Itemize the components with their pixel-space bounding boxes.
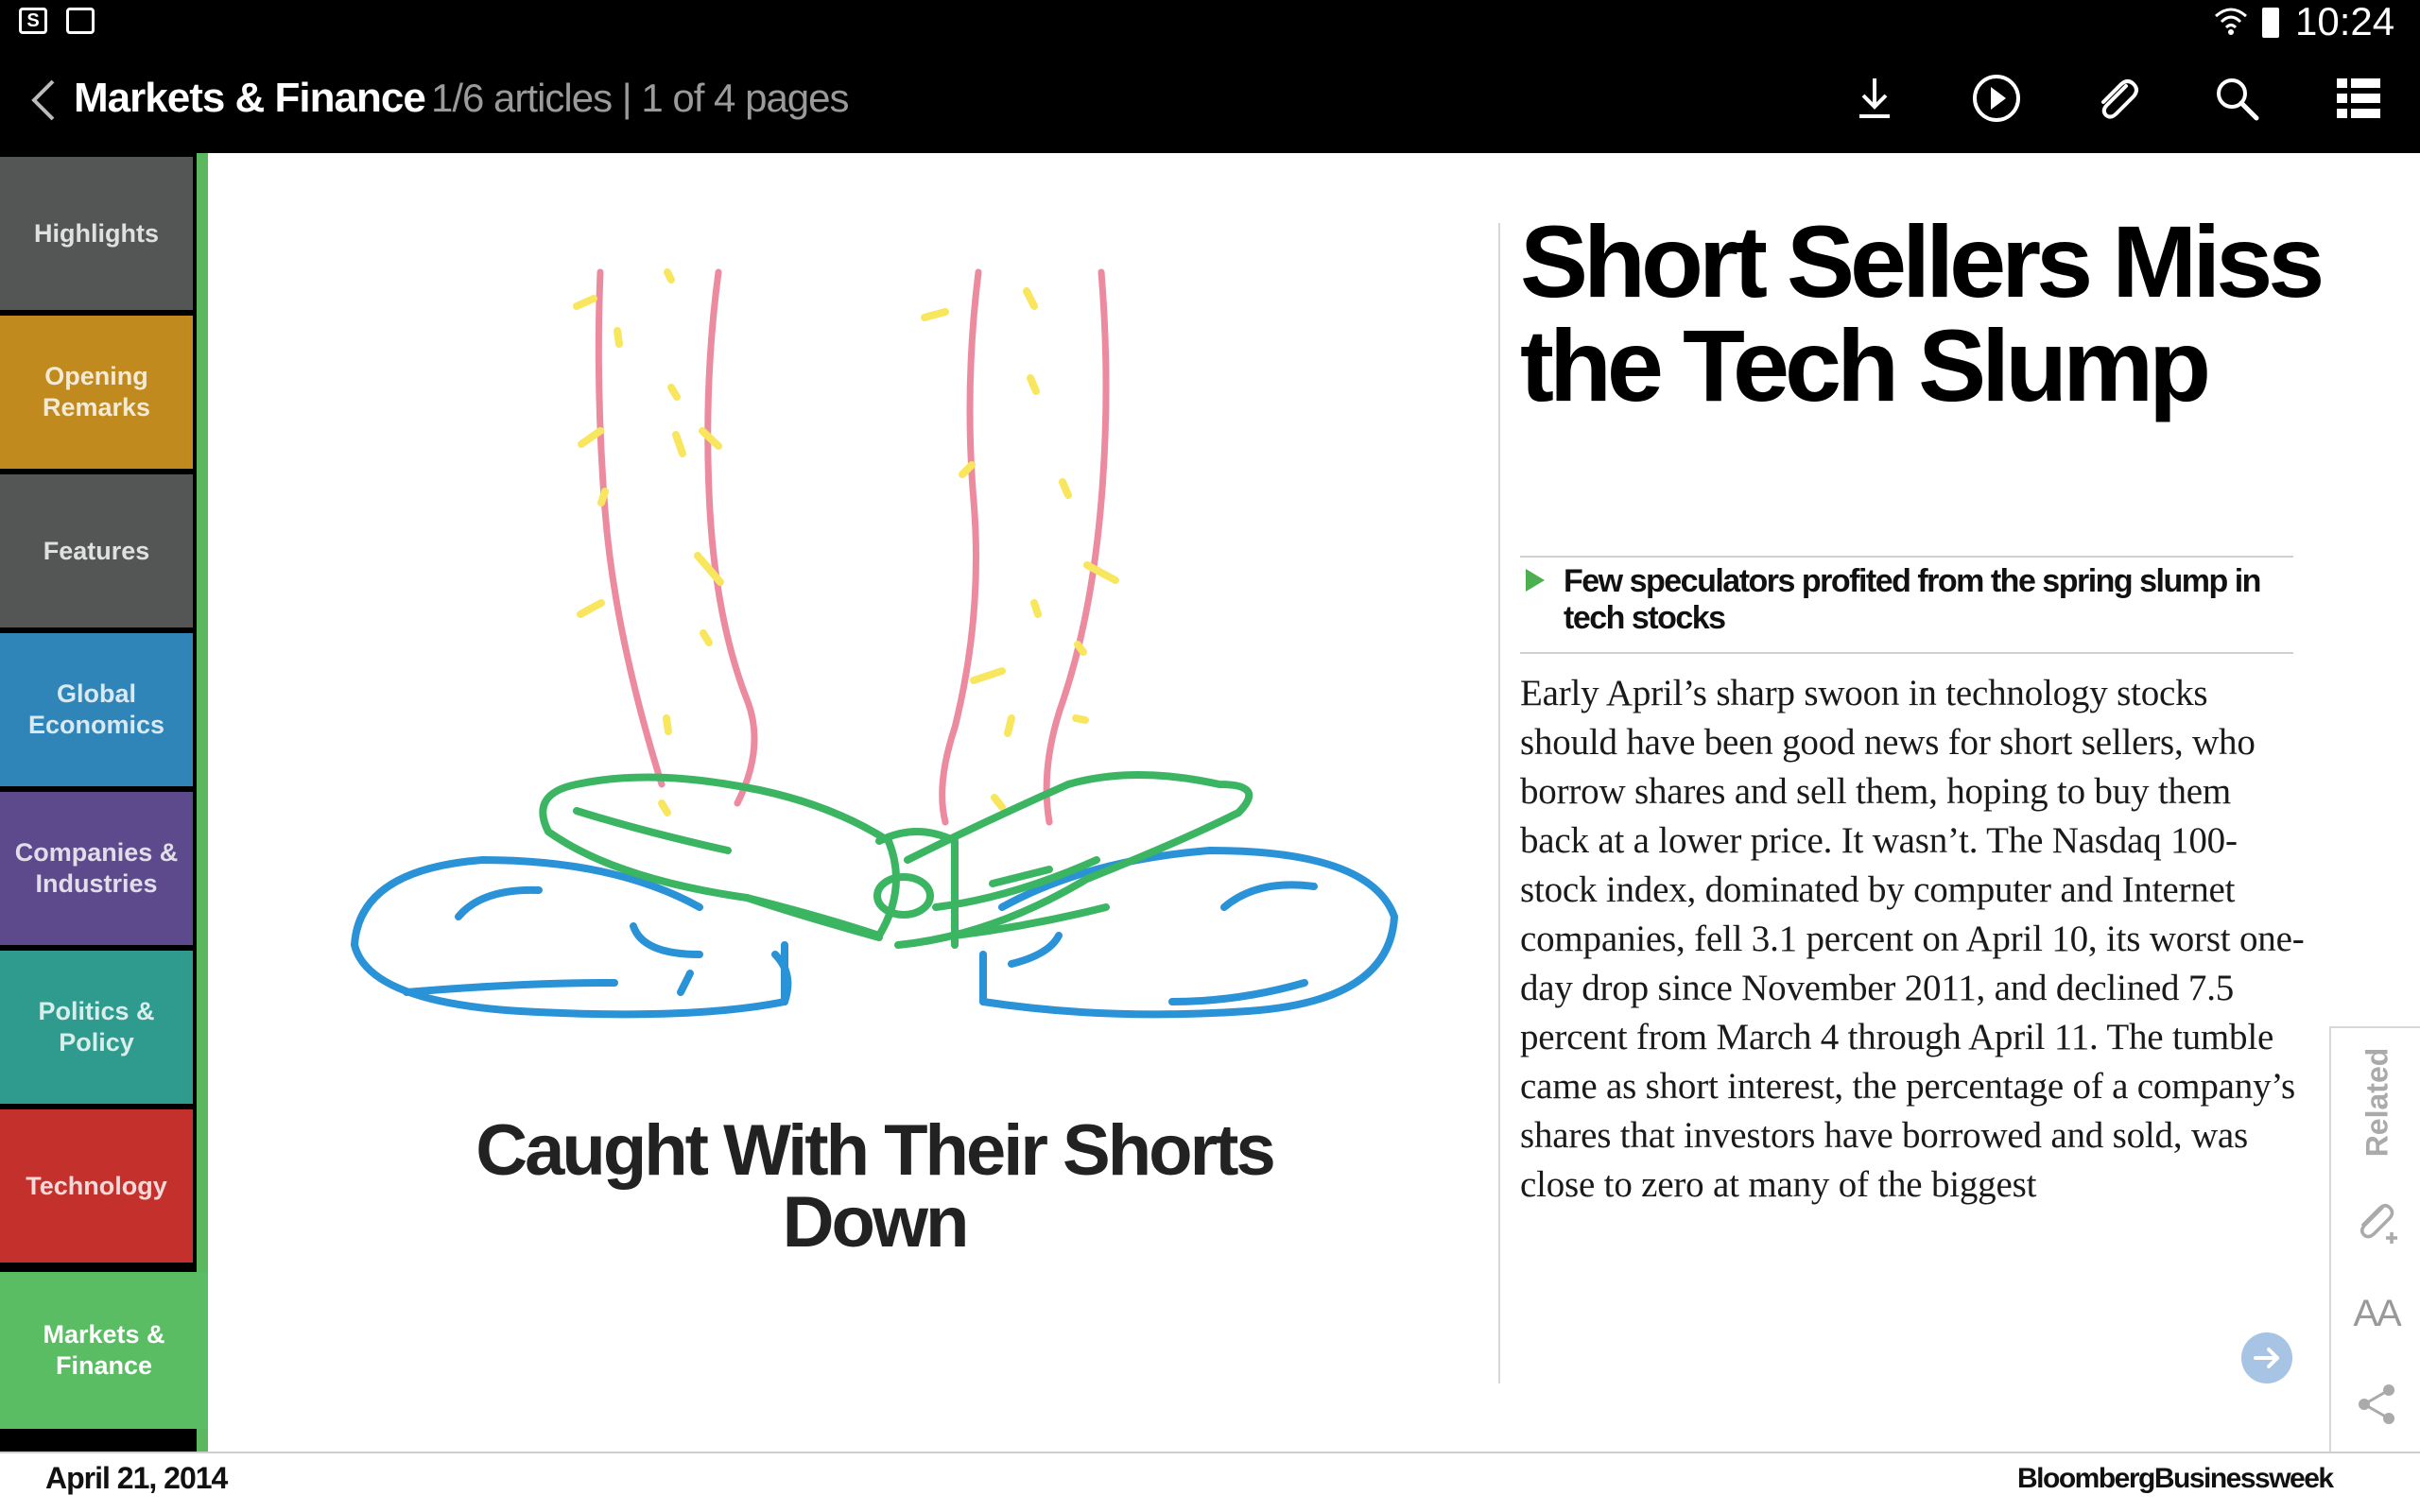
sidebar-item-global-economics[interactable]: Global Economics	[0, 633, 193, 786]
clip-article-button[interactable]	[2350, 1196, 2403, 1249]
sidebar-item-label: Global Economics	[27, 679, 165, 739]
column-divider	[1498, 223, 1500, 1383]
screenshot-notification-icon	[66, 8, 95, 34]
font-size-button[interactable]: AA	[2350, 1287, 2403, 1340]
article-dek-text: Few speculators profited from the spring…	[1564, 563, 2261, 636]
battery-icon	[2262, 8, 2279, 38]
brand-logo: BloombergBusinessweek	[2017, 1463, 2334, 1494]
issue-date: April 21, 2014	[45, 1461, 228, 1495]
section-title: Markets & Finance	[74, 75, 426, 121]
contents-list-button[interactable]	[2330, 70, 2387, 127]
list-icon	[2337, 78, 2380, 118]
article-dek: Few speculators profited from the spring…	[1520, 556, 2293, 654]
sidebar-item-features[interactable]: Features	[0, 474, 193, 627]
article-page-counter: 1/6 articles | 1 of 4 pages	[431, 76, 850, 120]
clock: 10:24	[2295, 0, 2395, 43]
wifi-icon	[2215, 8, 2247, 35]
next-page-button[interactable]	[2241, 1332, 2292, 1383]
article-illustration	[351, 268, 1398, 1019]
download-icon	[1859, 78, 1890, 118]
back-arrow-icon[interactable]	[25, 77, 62, 123]
active-section-indicator	[197, 153, 208, 1452]
paperclip-icon	[2101, 79, 2138, 119]
sidebar-item-label: Companies & Industries	[14, 838, 179, 898]
article-headline: Short Sellers Miss the Tech Slump	[1520, 204, 2325, 422]
footer-divider	[0, 1452, 2420, 1453]
share-icon	[2359, 1384, 2394, 1424]
app-notification-icon: S	[19, 8, 47, 34]
related-tab[interactable]: Related	[2335, 1036, 2420, 1168]
article-body: Early April’s sharp swoon in technology …	[1520, 673, 2305, 1205]
share-button[interactable]	[2350, 1378, 2403, 1431]
play-button[interactable]	[1968, 70, 2025, 127]
sidebar-item-companies-industries[interactable]: Companies & Industries	[0, 792, 193, 945]
illustration-caption: Caught With Their Shorts Down	[475, 1110, 1276, 1263]
download-button[interactable]	[1846, 70, 1903, 127]
clip-button[interactable]	[2087, 70, 2144, 127]
sidebar-item-politics-policy[interactable]: Politics & Policy	[0, 951, 193, 1104]
sidebar-item-label: Markets & Finance	[43, 1320, 165, 1380]
action-bar: Markets & Finance 1/6 articles | 1 of 4 …	[0, 43, 2420, 153]
sidebar-item-technology[interactable]: Technology	[0, 1109, 193, 1263]
search-icon	[2217, 78, 2259, 121]
sidebar-item-markets-finance[interactable]: Markets & Finance	[0, 1272, 208, 1429]
play-icon	[1973, 75, 2020, 122]
sidebar-item-opening-remarks[interactable]: Opening Remarks	[0, 316, 193, 469]
sidebar-item-highlights[interactable]: Highlights	[0, 157, 193, 310]
arrow-right-icon	[2254, 1348, 2279, 1368]
search-button[interactable]	[2208, 70, 2265, 127]
paperclip-add-icon	[2360, 1204, 2397, 1244]
dek-arrow-icon	[1526, 569, 1545, 592]
related-label: Related	[2360, 1047, 2394, 1157]
sidebar-item-label: Politics & Policy	[38, 997, 155, 1057]
status-bar: S 10:24	[0, 0, 2420, 43]
font-size-icon: AA	[2353, 1292, 2401, 1334]
sidebar-item-label: Opening Remarks	[42, 362, 151, 421]
